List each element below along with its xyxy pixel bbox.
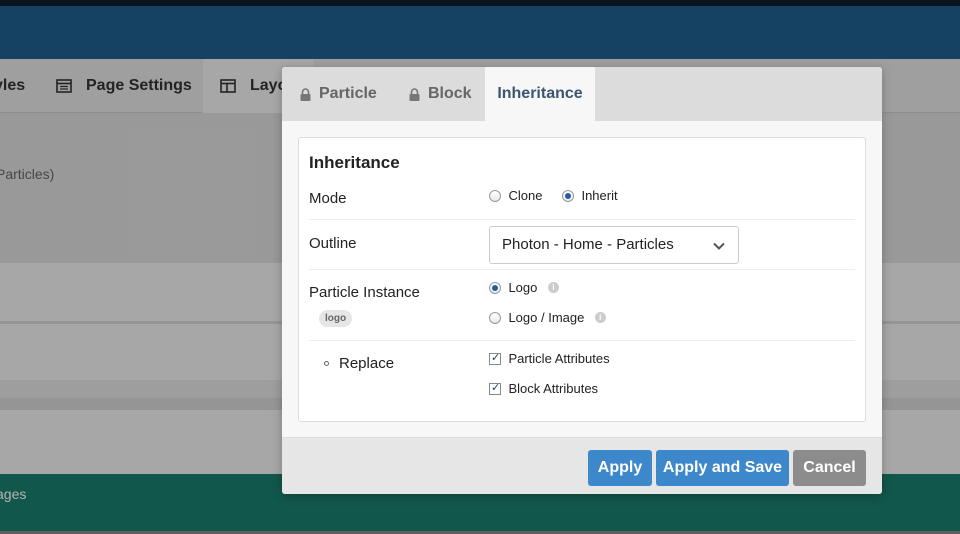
- block-attributes-checkbox[interactable]: [489, 381, 501, 395]
- cancel-button[interactable]: Cancel: [793, 450, 866, 486]
- particle-settings-modal: Particle Block Inheritance Inheritance M…: [282, 67, 882, 494]
- instance-logo-image-label: Logo / Image: [508, 310, 585, 326]
- instance-logo-label: Logo: [508, 280, 538, 296]
- mode-inherit-option[interactable]: Inherit: [562, 187, 618, 205]
- block-attributes-label: Block Attributes: [508, 381, 599, 397]
- instance-logo-option[interactable]: Logo i: [489, 279, 559, 297]
- tab-inheritance[interactable]: Inheritance: [485, 67, 595, 121]
- mode-label: Mode: [309, 190, 347, 207]
- tab-particle[interactable]: Particle: [300, 67, 377, 121]
- tab-block-label: Block: [428, 85, 472, 102]
- inheritance-panel: Inheritance Mode Clone Inherit Outline P…: [298, 137, 866, 422]
- info-icon[interactable]: i: [547, 282, 559, 294]
- replace-block-attributes-option[interactable]: Block Attributes: [489, 380, 598, 398]
- mode-clone-option[interactable]: Clone: [489, 187, 542, 205]
- mode-clone-radio[interactable]: [489, 189, 501, 202]
- apply-and-save-button[interactable]: Apply and Save: [656, 450, 789, 486]
- bullet-icon: [324, 361, 329, 366]
- particle-instance-label: Particle Instance: [309, 284, 420, 301]
- modal-footer: Apply Apply and Save Cancel: [282, 437, 882, 494]
- tab-particle-label: Particle: [319, 85, 377, 102]
- info-icon[interactable]: i: [594, 312, 606, 324]
- instance-logo-radio[interactable]: [489, 281, 501, 294]
- chevron-down-icon: [713, 242, 725, 250]
- particle-instance-row: [309, 270, 855, 341]
- outline-label: Outline: [309, 235, 357, 252]
- particle-type-badge: logo: [319, 310, 353, 327]
- instance-logo-image-option[interactable]: Logo / Image i: [489, 309, 606, 327]
- mode-clone-label: Clone: [508, 188, 543, 204]
- particle-attributes-checkbox[interactable]: [489, 351, 501, 365]
- panel-title: Inheritance: [309, 153, 400, 172]
- mode-inherit-radio[interactable]: [562, 189, 574, 202]
- mode-inherit-label: Inherit: [581, 188, 618, 204]
- tab-block[interactable]: Block: [409, 67, 472, 121]
- lock-icon: [300, 87, 311, 101]
- particle-attributes-label: Particle Attributes: [508, 351, 610, 367]
- lock-icon: [409, 87, 420, 101]
- outline-select-value: Photon - Home - Particles: [502, 236, 674, 253]
- tab-inheritance-label: Inheritance: [497, 85, 583, 102]
- instance-logo-image-radio[interactable]: [489, 311, 501, 324]
- replace-particle-attributes-option[interactable]: Particle Attributes: [489, 350, 610, 368]
- apply-button[interactable]: Apply: [588, 450, 652, 486]
- modal-tab-bar: Particle Block Inheritance: [282, 67, 882, 121]
- replace-label: Replace: [339, 355, 395, 372]
- outline-select[interactable]: Photon - Home - Particles: [489, 226, 739, 264]
